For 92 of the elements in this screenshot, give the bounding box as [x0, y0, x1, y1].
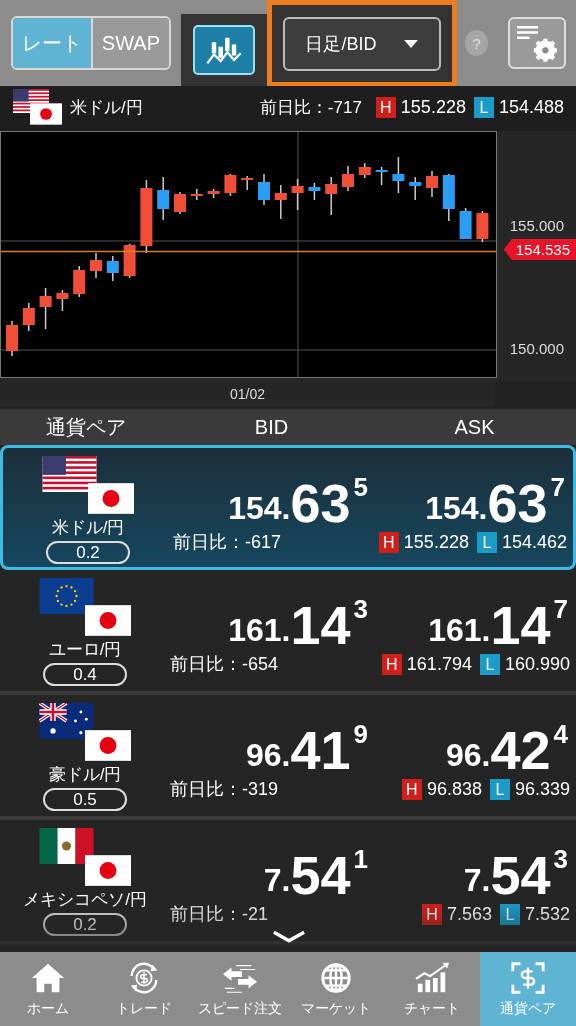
- column-header: ASK: [454, 415, 495, 439]
- high-badge: H: [421, 903, 442, 925]
- candle: [241, 175, 254, 191]
- pair-name: 米ドル/円: [51, 517, 125, 539]
- pair-name: 米ドル/円: [70, 96, 143, 119]
- candle: [442, 173, 455, 222]
- candle: [56, 289, 69, 312]
- flag-icon: [39, 703, 94, 739]
- pair-name: メキシコペソ/円: [23, 889, 147, 911]
- nav-tab[interactable]: トレード: [96, 952, 192, 1026]
- flag-icon: [85, 730, 131, 761]
- high-badge: H: [378, 531, 399, 553]
- candle: [476, 210, 489, 243]
- axis-label: 155.000: [509, 217, 564, 234]
- pair-name: 豪ドル/円: [48, 764, 122, 786]
- low-price: 154.462: [501, 531, 567, 553]
- high-price: 7.563: [446, 903, 492, 925]
- scroll-down-icon[interactable]: [272, 930, 306, 944]
- nav-tab[interactable]: スピード注文: [192, 952, 288, 1026]
- low-price: 160.990: [504, 653, 570, 675]
- high-badge: H: [381, 653, 402, 675]
- nav-tab[interactable]: チャート: [384, 952, 480, 1026]
- axis-label: 150.000: [509, 340, 564, 357]
- candle: [6, 320, 18, 357]
- high-price: 155.228: [403, 531, 469, 553]
- flag-icon: [42, 456, 97, 492]
- low-badge: L: [499, 903, 520, 925]
- settings-button[interactable]: [508, 17, 566, 69]
- spread-badge: 0.2: [46, 541, 130, 564]
- candle: [224, 173, 237, 197]
- change-text: 前日比：-319: [170, 778, 279, 801]
- spread-badge: 0.2: [43, 913, 127, 936]
- pair-name: ユーロ/円: [48, 639, 122, 661]
- candle: [409, 176, 422, 201]
- candle: [190, 188, 203, 201]
- high-badge: H: [375, 96, 396, 118]
- candle: [90, 252, 102, 279]
- change-text: 前日比：-654: [170, 653, 279, 676]
- candle: [308, 182, 321, 201]
- spread-badge: 0.4: [43, 663, 127, 686]
- column-header: BID: [254, 415, 289, 439]
- period-dropdown[interactable]: 日足/BID: [282, 16, 441, 71]
- column-header: 通貨ペア: [46, 414, 126, 440]
- candle: [375, 166, 388, 186]
- date-label: 01/02: [229, 386, 265, 402]
- change-text: 前日比：-717: [259, 96, 362, 119]
- candle: [274, 184, 287, 220]
- settings-icon: [515, 23, 560, 63]
- low-badge: L: [489, 778, 510, 800]
- change-text: 前日比：-21: [170, 903, 268, 926]
- high-price: 155.228: [400, 96, 466, 118]
- candle: [157, 176, 170, 221]
- flag-icon: [39, 828, 94, 864]
- flag-icon: [39, 578, 94, 614]
- high-price: 161.794: [406, 653, 472, 675]
- flag-icon: [85, 605, 131, 636]
- caret-icon: [404, 39, 419, 48]
- dollar-frame-icon: [509, 960, 547, 996]
- low-price: 154.488: [498, 96, 564, 118]
- flag-icon: [30, 103, 62, 125]
- candle: [207, 188, 220, 199]
- high-badge: H: [401, 778, 422, 800]
- low-badge: L: [473, 96, 494, 118]
- nav-tab[interactable]: マーケット: [288, 952, 384, 1026]
- low-price: 7.532: [524, 903, 570, 925]
- high-price: 96.838: [426, 778, 482, 800]
- candle: [73, 265, 86, 298]
- chart-toggle-button[interactable]: [192, 25, 255, 75]
- help-button[interactable]: ?: [464, 30, 489, 56]
- candle: [22, 302, 35, 332]
- candle: [174, 191, 186, 215]
- view-tab[interactable]: レート: [13, 18, 91, 68]
- flag-icon: [88, 483, 134, 514]
- nav-tab[interactable]: 通貨ペア: [480, 952, 576, 1026]
- candle: [426, 170, 438, 198]
- candle: [39, 287, 52, 330]
- current-price-tag: 154.535: [503, 239, 576, 260]
- candle: [325, 176, 338, 216]
- candle: [358, 162, 371, 179]
- low-price: 96.339: [514, 778, 570, 800]
- candle: [342, 165, 354, 192]
- flag-icon: [85, 855, 131, 886]
- change-text: 前日比：-617: [173, 531, 282, 554]
- candle: [291, 178, 304, 211]
- candle: [106, 255, 119, 282]
- nav-tab[interactable]: ホーム: [0, 952, 96, 1026]
- low-badge: L: [476, 531, 497, 553]
- candle: [258, 173, 270, 206]
- candle: [392, 156, 405, 194]
- low-badge: L: [479, 653, 500, 675]
- spread-badge: 0.5: [43, 788, 127, 811]
- view-tab[interactable]: SWAP: [90, 18, 169, 68]
